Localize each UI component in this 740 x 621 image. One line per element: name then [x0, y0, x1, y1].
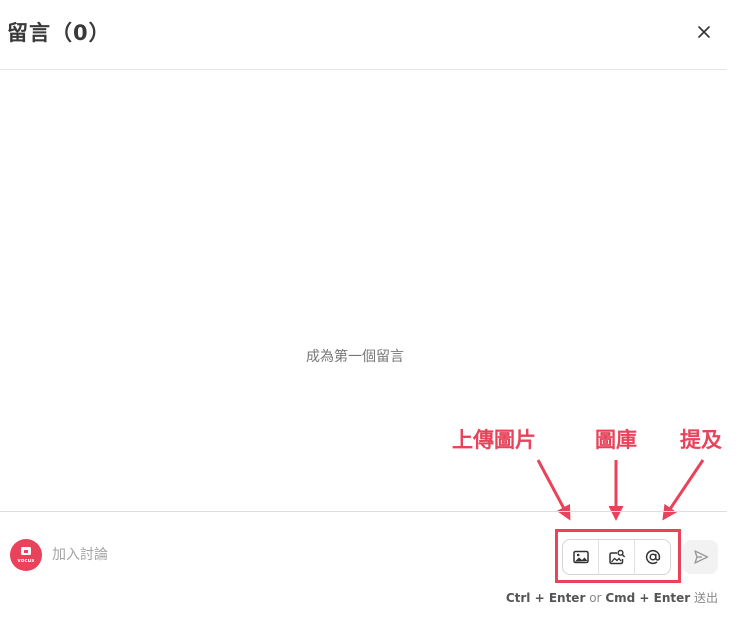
shortcut-or: or	[589, 591, 602, 605]
annotation-mention-label: 提及	[680, 428, 722, 452]
comment-input[interactable]	[52, 541, 532, 569]
composer-divider	[0, 511, 727, 512]
annotation-gallery-label: 圖庫	[595, 428, 637, 452]
annotation-arrow-mention	[662, 459, 705, 521]
empty-state-message: 成為第一個留言	[306, 349, 404, 365]
avatar: vocus	[10, 539, 42, 571]
image-icon	[572, 550, 589, 564]
dialog-header: 留言（0）	[0, 0, 727, 70]
gallery-button[interactable]	[598, 540, 634, 574]
send-icon	[693, 550, 708, 564]
close-button[interactable]	[690, 18, 718, 46]
annotation-arrows	[536, 459, 705, 521]
close-icon	[698, 26, 710, 38]
avatar-logo-icon	[21, 547, 31, 555]
annotation-upload-label: 上傳圖片	[452, 428, 536, 452]
shortcut-key-cmd: Cmd + Enter	[605, 591, 691, 605]
shortcut-hint: Ctrl + Enter or Cmd + Enter 送出	[506, 589, 718, 606]
avatar-text: vocus	[17, 558, 35, 564]
composer-toolbar	[562, 539, 671, 575]
page-title: 留言（0）	[7, 21, 111, 45]
send-button[interactable]	[683, 540, 718, 574]
shortcut-key-ctrl: Ctrl + Enter	[505, 591, 586, 605]
annotation-arrow-upload	[536, 459, 571, 521]
image-search-icon	[608, 549, 625, 565]
at-sign-icon	[645, 549, 660, 565]
mention-button[interactable]	[634, 540, 670, 574]
upload-image-button[interactable]	[563, 540, 598, 574]
shortcut-action: 送出	[693, 591, 718, 605]
